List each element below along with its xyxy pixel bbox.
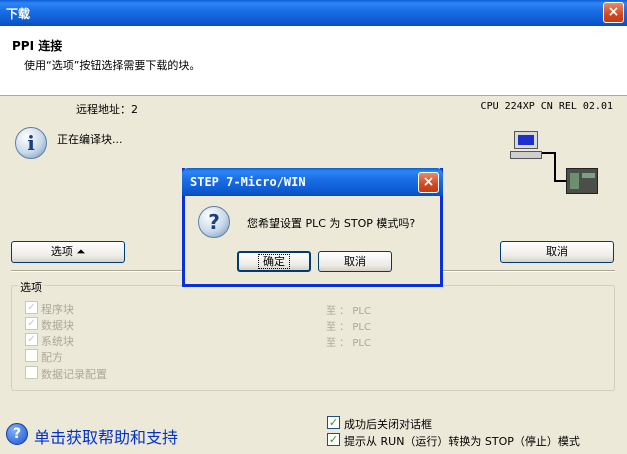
checkbox-icon[interactable]: ✓ <box>327 416 340 429</box>
plc-icon <box>566 168 598 194</box>
window-title: 下载 <box>6 7 31 21</box>
option-target: 至 ： PLC <box>326 322 371 333</box>
help-icon[interactable]: ? <box>6 423 28 445</box>
checkbox-icon: ✓ <box>25 301 38 314</box>
computer-icon <box>510 131 542 161</box>
checkbox-label: 成功后关闭对话框 <box>344 418 432 431</box>
options-group-title: 选项 <box>18 279 44 295</box>
close-icon: × <box>607 4 620 20</box>
checkbox-icon: ✓ <box>25 317 38 330</box>
options-button[interactable]: 选项 ⏶ <box>11 241 125 263</box>
header-description: 使用“选项”按钮选择需要下载的块。 <box>24 59 201 72</box>
cable-icon <box>542 152 556 182</box>
checkbox-icon <box>25 349 38 362</box>
stop-mode-dialog: STEP 7-Micro/WIN × ? 您希望设置 PLC 为 STOP 模式… <box>182 168 443 287</box>
option-target: 至 ： PLC <box>326 306 371 317</box>
question-icon: ? <box>198 206 230 238</box>
option-label: 程序块 <box>41 303 74 316</box>
cpu-info: CPU 224XP CN REL 02.01 <box>480 101 613 112</box>
cancel-button[interactable]: 取消 <box>500 241 614 263</box>
close-button[interactable]: × <box>603 2 624 23</box>
modal-title: STEP 7-Micro/WIN <box>190 175 306 189</box>
dialog-header: PPI 连接 使用“选项”按钮选择需要下载的块。 <box>0 26 627 96</box>
option-label: 配方 <box>41 351 63 364</box>
close-icon: × <box>422 174 435 190</box>
remote-address: 远程地址：2 <box>76 103 138 116</box>
modal-message: 您希望设置 PLC 为 STOP 模式吗? <box>247 217 416 230</box>
ok-button[interactable]: 确定 <box>237 251 311 272</box>
ok-label: 确定 <box>258 254 290 269</box>
option-target: 至 ： PLC <box>326 338 371 349</box>
option-label: 数据记录配置 <box>41 368 107 381</box>
option-label: 数据块 <box>41 319 74 332</box>
info-icon: i <box>15 127 47 159</box>
status-text: 正在编译块... <box>57 133 123 146</box>
header-title: PPI 连接 <box>12 39 63 53</box>
window-titlebar: 下载 × <box>0 0 627 26</box>
checkbox-icon[interactable]: ✓ <box>327 433 340 446</box>
help-link[interactable]: 单击获取帮助和支持 <box>34 424 178 448</box>
checkbox-label: 提示从 RUN（运行）转换为 STOP（停止）模式 <box>344 435 580 448</box>
modal-titlebar: STEP 7-Micro/WIN × <box>182 168 443 196</box>
modal-close-button[interactable]: × <box>418 172 439 193</box>
checkbox-icon <box>25 366 38 379</box>
option-label: 系统块 <box>41 335 74 348</box>
modal-cancel-button[interactable]: 取消 <box>318 251 392 272</box>
checkbox-icon: ✓ <box>25 333 38 346</box>
